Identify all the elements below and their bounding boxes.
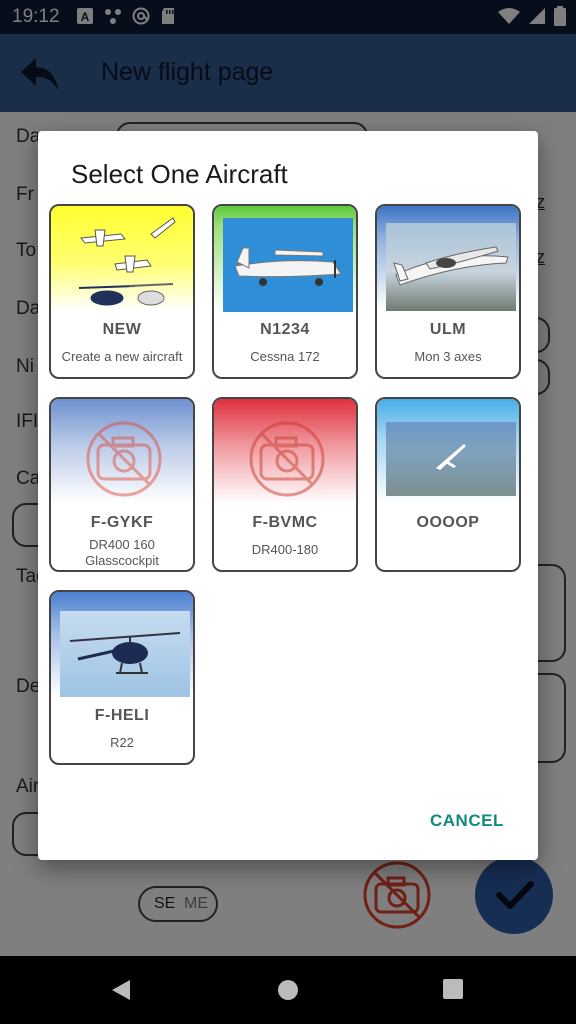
aircraft-card-new[interactable]: NEW Create a new aircraft <box>49 204 195 379</box>
glider-photo-image <box>386 422 516 496</box>
aircraft-name: F-HELI <box>94 707 150 724</box>
helicopter-photo-image <box>60 611 190 697</box>
no-photo-icon <box>249 421 325 497</box>
ulm-photo-image <box>386 223 516 311</box>
triangle-back-icon <box>112 980 130 1000</box>
aircraft-card-f-gykf[interactable]: F-GYKF DR400 160 Glasscockpit <box>49 397 195 572</box>
square-recents-icon <box>443 979 463 999</box>
aircraft-model: Mon 3 axes <box>414 349 482 364</box>
aircraft-card-n1234[interactable]: N1234 Cessna 172 <box>212 204 358 379</box>
select-aircraft-dialog: Select One Aircraft NEW Create a new air… <box>38 131 538 860</box>
new-aircraft-collage-image <box>51 206 193 310</box>
aircraft-name: ULM <box>429 321 467 338</box>
nav-home-button[interactable] <box>276 978 300 1007</box>
aircraft-card-f-heli[interactable]: F-HELI R22 <box>49 590 195 765</box>
aircraft-name: OOOOP <box>416 514 480 531</box>
aircraft-model: DR400-180 <box>251 542 319 557</box>
aircraft-name: N1234 <box>260 321 310 338</box>
navigation-bar <box>0 956 576 1024</box>
aircraft-card-f-bvmc[interactable]: F-BVMC DR400-180 <box>212 397 358 572</box>
aircraft-model: Create a new aircraft <box>61 349 183 364</box>
cessna-photo-image <box>223 218 353 312</box>
no-photo-icon <box>86 421 162 497</box>
nav-back-button[interactable] <box>110 978 132 1007</box>
aircraft-card-ulm[interactable]: ULM Mon 3 axes <box>375 204 521 379</box>
aircraft-model: DR400 160 Glasscockpit <box>85 537 159 568</box>
nav-recents-button[interactable] <box>442 978 464 1005</box>
aircraft-model: Cessna 172 <box>250 349 320 364</box>
circle-home-icon <box>278 980 298 1000</box>
aircraft-model: R22 <box>110 735 134 750</box>
dialog-title: Select One Aircraft <box>71 159 288 189</box>
cancel-button[interactable]: CANCEL <box>430 811 504 831</box>
aircraft-name: NEW <box>102 321 142 338</box>
aircraft-name: F-BVMC <box>252 514 318 531</box>
aircraft-card-oooop[interactable]: OOOOP <box>375 397 521 572</box>
aircraft-name: F-GYKF <box>90 514 154 531</box>
